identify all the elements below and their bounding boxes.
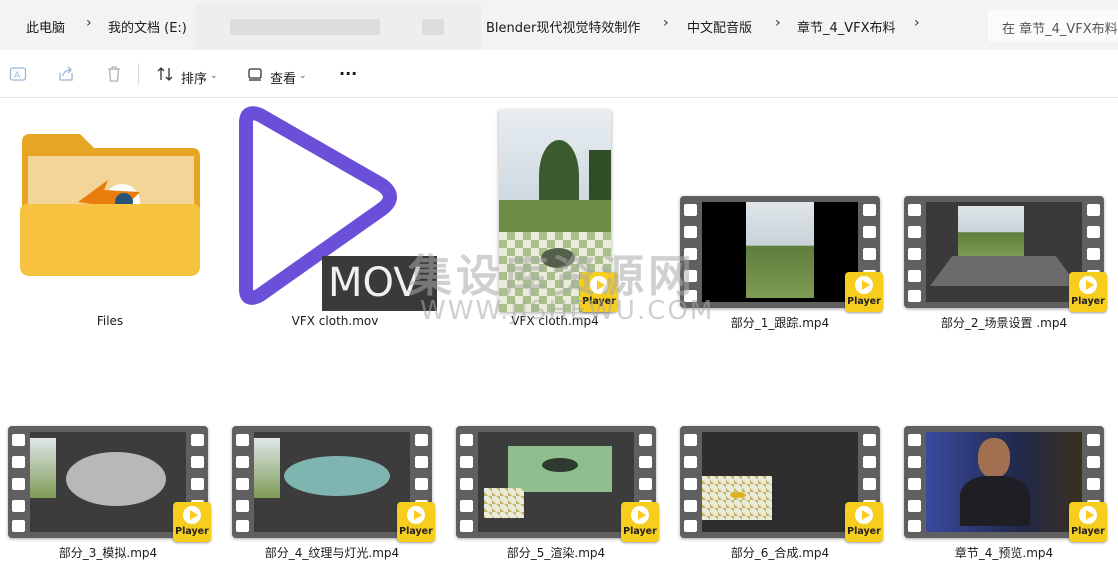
breadcrumb-course[interactable]: Blender现代视觉特效制作 (486, 17, 640, 36)
grass (499, 200, 611, 235)
view-button[interactable]: 查看 (270, 68, 296, 87)
breadcrumb-chapter[interactable]: 章节_4_VFX布料 (797, 17, 896, 36)
file-name-label: 部分_4_纹理与灯光.mp4 (264, 546, 400, 560)
rename-icon[interactable]: A (9, 65, 27, 83)
video-thumbnail (478, 432, 634, 532)
search-input[interactable]: 在 章节_4_VFX布料 (988, 10, 1118, 42)
player-badge-icon: Player (397, 502, 435, 542)
file-name-label: 部分_2_场景设置 .mp4 (940, 316, 1068, 330)
video-thumbnail (702, 202, 858, 302)
blurred-breadcrumb (196, 4, 481, 50)
svg-text:A: A (14, 71, 21, 81)
folder-files[interactable] (18, 132, 202, 278)
file-name-label: 部分_6_合成.mp4 (730, 546, 830, 560)
player-badge-icon: Player (1069, 272, 1107, 312)
sort-icon[interactable] (156, 65, 174, 83)
sort-button[interactable]: 排序 (181, 68, 207, 87)
more-options-button[interactable]: ··· (339, 64, 357, 83)
file-name-label: VFX cloth.mov (291, 314, 379, 328)
view-icon[interactable] (246, 65, 264, 83)
chevron-right-icon[interactable]: › (663, 15, 669, 31)
player-badge-icon: Player (845, 272, 883, 312)
breadcrumb-this-pc[interactable]: 此电脑 (26, 17, 65, 36)
chevron-down-icon[interactable]: ⌄ (210, 71, 218, 81)
chevron-right-icon[interactable]: › (86, 15, 92, 31)
delete-icon[interactable] (105, 65, 123, 83)
folder-icon (20, 134, 200, 276)
file-name-label: 部分_5_渲染.mp4 (506, 546, 606, 560)
file-name-label: Files (96, 314, 124, 328)
chevron-right-icon[interactable]: › (775, 15, 781, 31)
player-badge-icon: Player (173, 502, 211, 542)
chevron-down-icon[interactable]: ⌄ (299, 71, 307, 81)
chevron-right-icon[interactable]: › (914, 15, 920, 31)
toolbar-divider (138, 63, 139, 85)
video-thumbnail (702, 432, 858, 532)
player-badge-icon: Player (845, 502, 883, 542)
video-thumbnail (254, 432, 410, 532)
breadcrumb-dub[interactable]: 中文配音版 (687, 17, 752, 36)
command-bar: A 排序 ⌄ 查看 ⌄ ··· (0, 50, 1118, 98)
breadcrumb-drive[interactable]: 我的文档 (E:) (108, 17, 187, 36)
file-vfx-cloth-mov[interactable]: MOV (228, 105, 438, 313)
mov-badge-text: MOV (328, 260, 421, 306)
player-badge-icon: Player (621, 502, 659, 542)
file-name-label: 章节_4_预览.mp4 (954, 546, 1054, 560)
watermark-text: 集设库资源网 (408, 251, 696, 302)
search-placeholder: 在 章节_4_VFX布料 (1002, 22, 1118, 37)
player-badge-icon: Player (1069, 502, 1107, 542)
file-name-label: 部分_1_跟踪.mp4 (730, 316, 830, 330)
video-thumbnail (30, 432, 186, 532)
file-name-label: 部分_3_模拟.mp4 (58, 546, 158, 560)
watermark-url: WWW.JISHEWU.COM (420, 296, 715, 326)
video-thumbnail (926, 202, 1082, 302)
address-bar: 此电脑 › 我的文档 (E:) Blender现代视觉特效制作 › 中文配音版 … (0, 0, 1118, 50)
video-thumbnail (926, 432, 1082, 532)
share-icon[interactable] (57, 65, 75, 83)
